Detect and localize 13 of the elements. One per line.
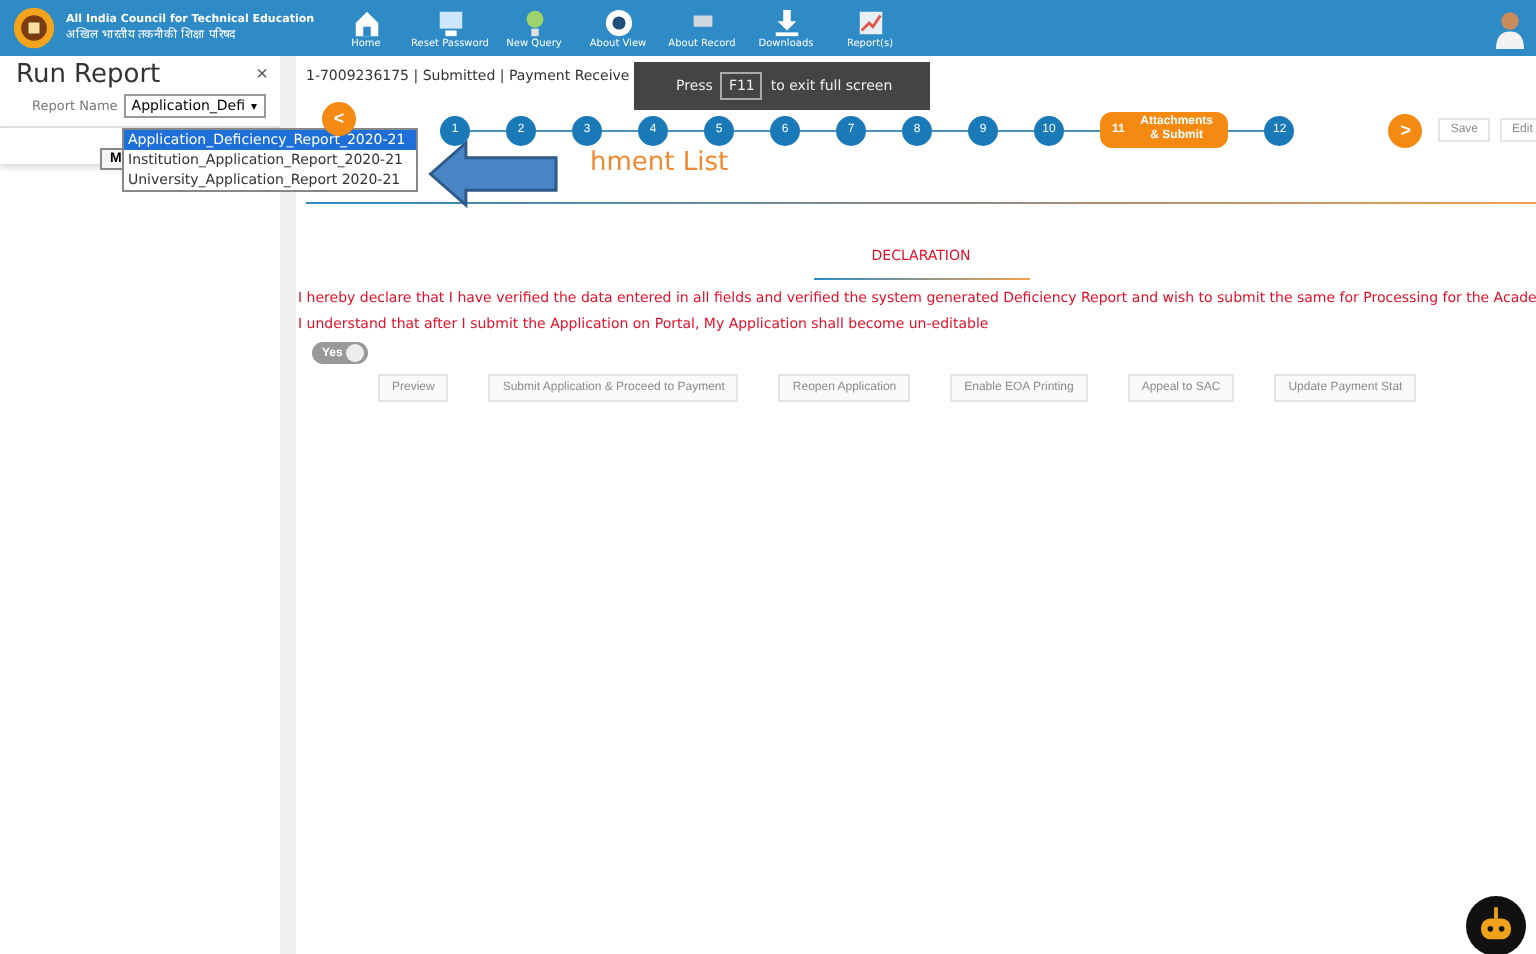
emblem-icon [12,6,56,50]
previous-button[interactable]: < [322,101,356,135]
section-heading: hment List [590,148,731,178]
download-icon [771,7,801,37]
avatar-icon[interactable] [1496,6,1524,50]
chart-icon [855,7,885,37]
next-button[interactable]: > [1388,113,1423,147]
house-icon [351,7,381,37]
panel-title: Run Report [16,60,161,90]
close-button[interactable]: × [256,64,268,86]
monitor-icon [435,7,465,37]
eye-icon [603,7,633,37]
robot-icon[interactable] [1466,896,1526,954]
